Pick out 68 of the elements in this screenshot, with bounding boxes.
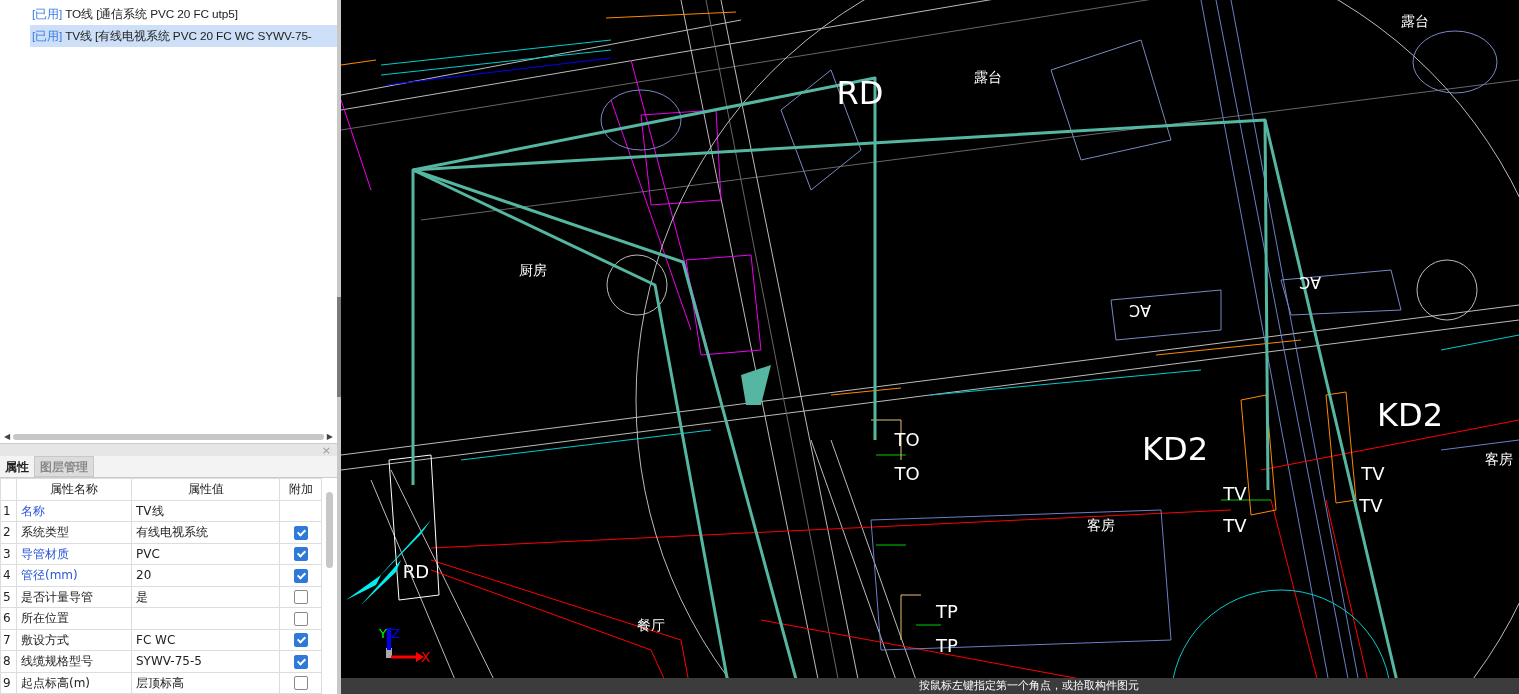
drawing-label: 露台 bbox=[1401, 13, 1429, 29]
column-header: 附加 bbox=[279, 478, 322, 500]
drawing-label: TP bbox=[936, 601, 958, 622]
property-value[interactable]: 层顶标高 bbox=[131, 672, 280, 694]
column-header: 属性值 bbox=[131, 478, 280, 500]
drawing-label: AC bbox=[1299, 273, 1321, 293]
row-number: 9 bbox=[0, 672, 17, 694]
row-number: 1 bbox=[0, 500, 17, 522]
horizontal-scrollbar[interactable] bbox=[13, 433, 324, 440]
row-number: 6 bbox=[0, 607, 17, 629]
column-header: 属性名称 bbox=[16, 478, 132, 500]
layer-list-item[interactable]: [已用] TO线 [通信系统 PVC 20 FC utp5] bbox=[30, 3, 337, 25]
triangle-marker-drawing bbox=[741, 365, 771, 405]
property-value[interactable]: TV线 bbox=[131, 500, 280, 522]
property-value[interactable]: PVC bbox=[131, 543, 280, 565]
row-number: 8 bbox=[0, 650, 17, 672]
property-name: 线缆规格型号 bbox=[16, 650, 132, 672]
checkbox[interactable] bbox=[293, 654, 308, 669]
drawing-label: 餐厅 bbox=[637, 617, 665, 633]
property-value[interactable]: 有线电视系统 bbox=[131, 521, 280, 543]
drawing-label: TV bbox=[1359, 495, 1383, 516]
drawing-label: TV bbox=[1223, 483, 1247, 504]
checkbox[interactable] bbox=[293, 568, 308, 583]
checkbox[interactable] bbox=[293, 611, 308, 626]
axis-label: X bbox=[421, 649, 431, 665]
drawing-label: KD2 bbox=[1377, 396, 1443, 434]
scroll-left-button[interactable]: ◀ bbox=[4, 432, 11, 441]
checkbox[interactable] bbox=[293, 676, 308, 691]
drawing-label: TO bbox=[894, 429, 920, 450]
axis-label: Z bbox=[391, 626, 400, 641]
drawing-label: 客房 bbox=[1485, 451, 1513, 467]
drawing-label: TV bbox=[1361, 463, 1385, 484]
drawing-label: AC bbox=[1129, 301, 1151, 321]
row-number: 7 bbox=[0, 629, 17, 651]
row-number: 5 bbox=[0, 586, 17, 608]
scroll-right-button[interactable]: ▶ bbox=[326, 432, 333, 441]
property-value[interactable]: FC WC bbox=[131, 629, 280, 651]
checkbox[interactable] bbox=[293, 633, 308, 648]
checkbox[interactable] bbox=[293, 525, 308, 540]
property-name: 是否计量导管 bbox=[16, 586, 132, 608]
row-number: 2 bbox=[0, 521, 17, 543]
property-name: 导管材质 bbox=[16, 543, 132, 565]
property-value[interactable]: SYWV-75-5 bbox=[131, 650, 280, 672]
property-value[interactable]: 20 bbox=[131, 564, 280, 586]
checkbox[interactable] bbox=[293, 547, 308, 562]
drawing-label: 露台 bbox=[974, 69, 1002, 85]
drawing-label: RD bbox=[402, 561, 430, 582]
drawing-label: TP bbox=[936, 635, 958, 656]
axis-label: Y bbox=[379, 626, 387, 641]
drawing-label: TO bbox=[894, 463, 920, 484]
property-name: 起点标高(m) bbox=[16, 672, 132, 694]
property-name: 敷设方式 bbox=[16, 629, 132, 651]
vertical-scrollbar[interactable] bbox=[326, 492, 333, 568]
checkbox[interactable] bbox=[293, 590, 308, 605]
drawing-label: 厨房 bbox=[519, 262, 547, 278]
layer-list-item[interactable]: [已用] TV线 [有线电视系统 PVC 20 FC WC SYWV-75- bbox=[30, 25, 337, 47]
drawing-label: 客房 bbox=[1087, 517, 1115, 533]
property-name: 所在位置 bbox=[16, 607, 132, 629]
property-name: 管径(mm) bbox=[16, 564, 132, 586]
splitter-handle[interactable] bbox=[337, 297, 341, 397]
row-number: 4 bbox=[0, 564, 17, 586]
property-name: 系统类型 bbox=[16, 521, 132, 543]
drawing-label: KD2 bbox=[1142, 430, 1208, 468]
row-number: 3 bbox=[0, 543, 17, 565]
status-text: 按鼠标左键指定第一个角点，或拾取构件图元 bbox=[919, 679, 1139, 693]
property-name: 名称 bbox=[16, 500, 132, 522]
drawing-label: TV bbox=[1223, 515, 1247, 536]
property-value[interactable]: 是 bbox=[131, 586, 280, 608]
